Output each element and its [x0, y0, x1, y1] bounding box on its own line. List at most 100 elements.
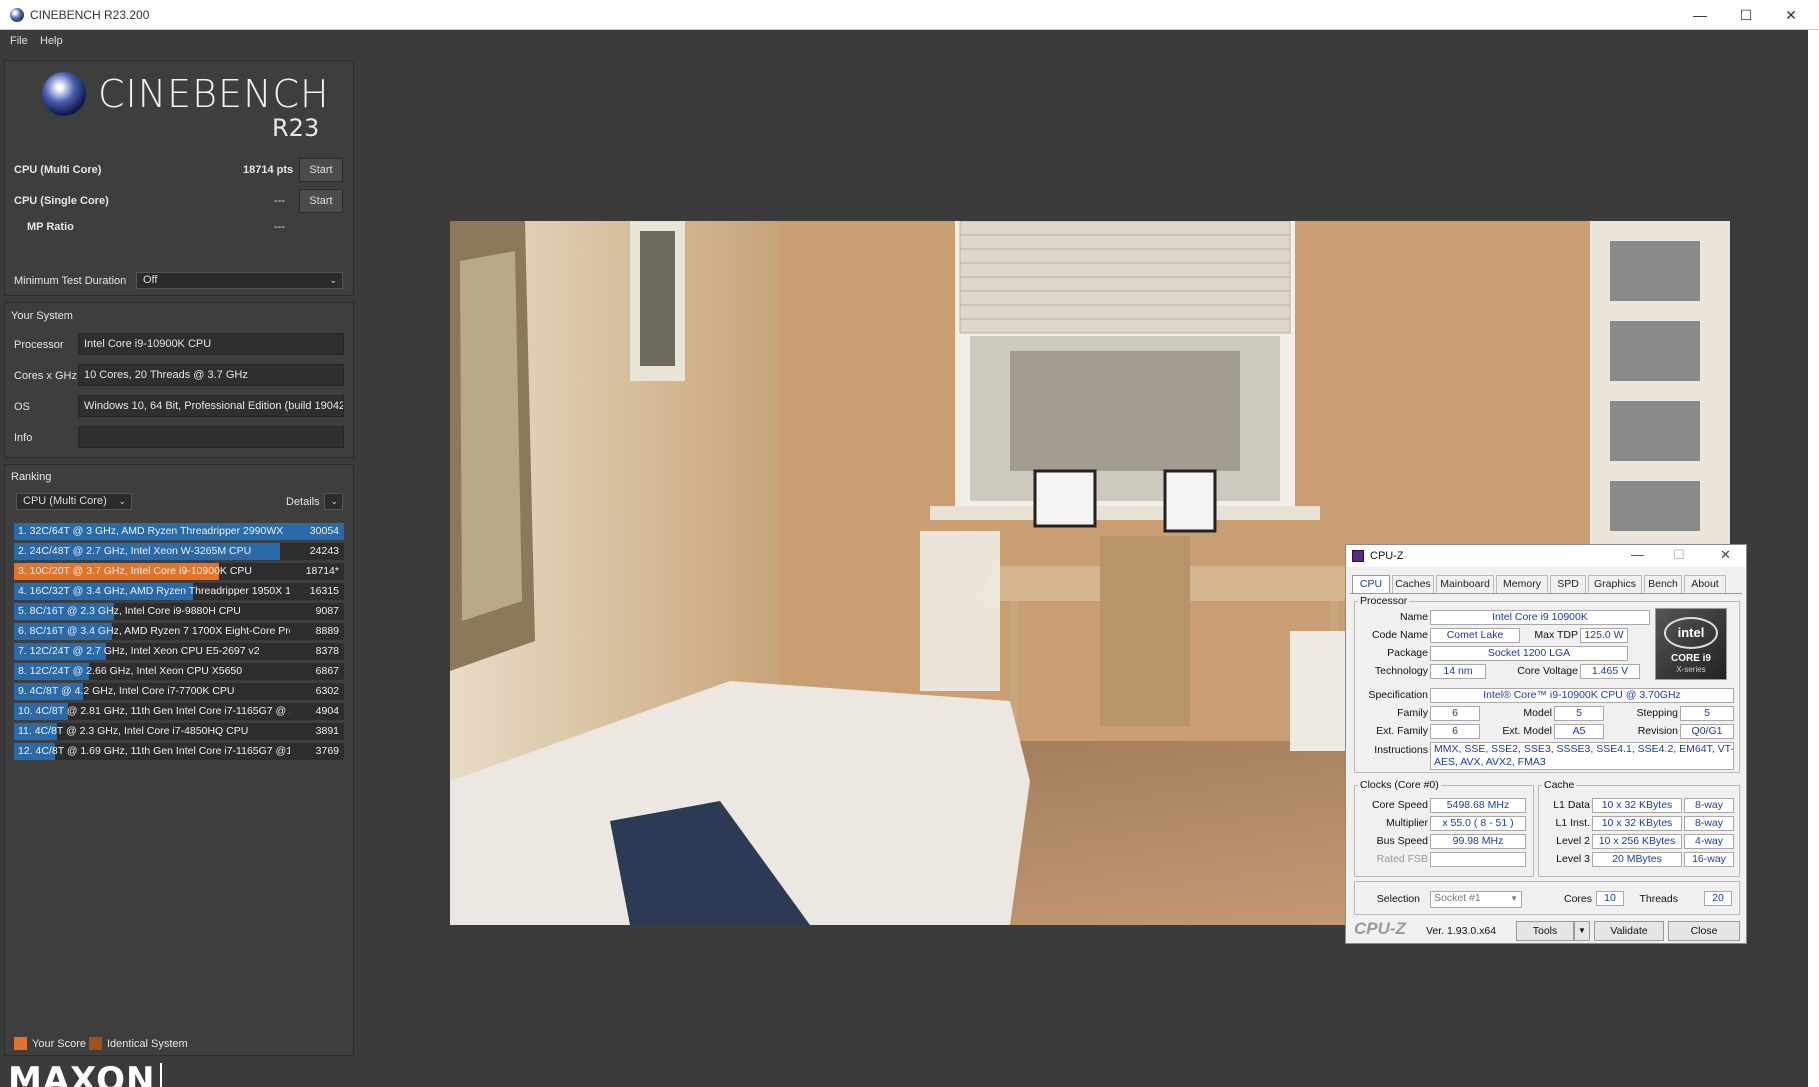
cpuz-technology-value: 14 nm — [1430, 664, 1486, 679]
cpuz-codename-value: Comet Lake — [1430, 628, 1520, 643]
cpuz-extfamily-value: 6 — [1430, 724, 1480, 739]
ranking-row[interactable]: 11. 4C/8T @ 2.3 GHz, Intel Core i7-4850H… — [14, 723, 344, 740]
menu-file[interactable]: File — [10, 35, 28, 47]
ranking-type-dropdown[interactable]: CPU (Multi Core) ⌄ — [16, 493, 132, 510]
close-button[interactable]: ✕ — [1768, 0, 1814, 30]
cpuz-l1d-value: 10 x 32 KBytes — [1592, 798, 1682, 813]
cpuz-family-label: Family — [1397, 707, 1428, 719]
cpuz-ratedfsb-value — [1430, 852, 1526, 867]
ranking-row[interactable]: 8. 12C/24T @ 2.66 GHz, Intel Xeon CPU X5… — [14, 663, 344, 680]
ranking-row-score: 9087 — [315, 605, 339, 617]
cpuz-stepping-value: 5 — [1680, 706, 1734, 721]
minimize-button[interactable]: — — [1677, 0, 1723, 30]
cpuz-instructions-label: Instructions — [1374, 744, 1428, 756]
cpuz-title-bar: CPU-Z — ☐ ✕ — [1346, 545, 1746, 567]
cpuz-tools-dropdown-icon[interactable]: ▼ — [1574, 921, 1590, 941]
info-field[interactable] — [78, 426, 344, 448]
maxon-divider — [160, 1063, 162, 1087]
os-field: Windows 10, 64 Bit, Professional Edition… — [78, 395, 344, 417]
ranking-row-score: 3891 — [315, 725, 339, 737]
single-core-start-button[interactable]: Start — [299, 189, 343, 213]
ranking-row-label: 6. 8C/16T @ 3.4 GHz, AMD Ryzen 7 1700X E… — [18, 625, 290, 637]
cpuz-instructions-value: MMX, SSE, SSE2, SSE3, SSSE3, SSE4.1, SSE… — [1430, 742, 1734, 770]
cpuz-tab-memory[interactable]: Memory — [1496, 575, 1548, 593]
cpuz-tab-spd[interactable]: SPD — [1550, 575, 1586, 593]
details-dropdown[interactable]: ⌄ — [324, 493, 343, 510]
ranking-row[interactable]: 12. 4C/8T @ 1.69 GHz, 11th Gen Intel Cor… — [14, 743, 344, 760]
maximize-button[interactable]: ☐ — [1723, 0, 1769, 30]
ranking-row[interactable]: 9. 4C/8T @ 4.2 GHz, Intel Core i7-7700K … — [14, 683, 344, 700]
cpuz-l1d-way: 8-way — [1684, 798, 1734, 813]
cpuz-model-value: 5 — [1554, 706, 1604, 721]
cpuz-l1i-way: 8-way — [1684, 816, 1734, 831]
cpuz-tab-cpu[interactable]: CPU — [1352, 575, 1390, 593]
cpuz-l1i-value: 10 x 32 KBytes — [1592, 816, 1682, 831]
cpuz-voltage-value: 1.465 V — [1580, 664, 1640, 679]
cpuz-socket-select[interactable]: Socket #1 ▼ — [1430, 891, 1522, 908]
cpuz-validate-button[interactable]: Validate — [1594, 921, 1664, 941]
cpuz-tab-caches[interactable]: Caches — [1392, 575, 1434, 593]
single-core-score: --- — [274, 195, 285, 207]
ranking-row-label: 1. 32C/64T @ 3 GHz, AMD Ryzen Threadripp… — [18, 525, 284, 537]
ranking-row[interactable]: 2. 24C/48T @ 2.7 GHz, Intel Xeon W-3265M… — [14, 543, 344, 560]
cpuz-tab-mainboard[interactable]: Mainboard — [1436, 575, 1494, 593]
ranking-row[interactable]: 1. 32C/64T @ 3 GHz, AMD Ryzen Threadripp… — [14, 523, 344, 540]
ranking-row[interactable]: 5. 8C/16T @ 2.3 GHz, Intel Core i9-9880H… — [14, 603, 344, 620]
cpuz-technology-label: Technology — [1374, 665, 1428, 677]
intel-badge-line2: X-series — [1676, 665, 1706, 674]
cpuz-corespeed-label: Core Speed — [1371, 799, 1428, 811]
ranking-row[interactable]: 6. 8C/16T @ 3.4 GHz, AMD Ryzen 7 1700X E… — [14, 623, 344, 640]
cpuz-tab-graphics[interactable]: Graphics — [1588, 575, 1642, 593]
cpuz-close-window-button[interactable]: Close — [1668, 921, 1740, 941]
cpuz-spec-value: Intel® Core™ i9-10900K CPU @ 3.70GHz — [1430, 688, 1734, 703]
cpuz-socket-value: Socket #1 — [1434, 892, 1481, 904]
ranking-row[interactable]: 7. 12C/24T @ 2.7 GHz, Intel Xeon CPU E5-… — [14, 643, 344, 660]
your-score-swatch — [14, 1037, 27, 1050]
logo-version: R23 — [272, 114, 320, 142]
ranking-row-label: 7. 12C/24T @ 2.7 GHz, Intel Xeon CPU E5-… — [18, 645, 260, 657]
cpuz-multiplier-label: Multiplier — [1385, 817, 1428, 829]
cpuz-instructions-line1: MMX, SSE, SSE2, SSE3, SSSE3, SSE4.1, SSE… — [1434, 743, 1734, 755]
cpuz-l2-value: 10 x 256 KBytes — [1592, 834, 1682, 849]
ranking-row[interactable]: 10. 4C/8T @ 2.81 GHz, 11th Gen Intel Cor… — [14, 703, 344, 720]
cpuz-brand: CPU-Z — [1354, 919, 1406, 938]
cpuz-tab-about[interactable]: About — [1684, 575, 1726, 593]
cpuz-threads-value: 20 — [1704, 891, 1732, 906]
ranking-row-label: 8. 12C/24T @ 2.66 GHz, Intel Xeon CPU X5… — [18, 665, 243, 677]
cpuz-maxtdp-label: Max TDP — [1534, 629, 1578, 641]
menu-help[interactable]: Help — [40, 35, 63, 47]
duration-dropdown[interactable]: Off ⌄ — [136, 272, 343, 289]
cpuz-cores-label: Cores — [1563, 893, 1592, 905]
ranking-row-label: 2. 24C/48T @ 2.7 GHz, Intel Xeon W-3265M… — [18, 545, 252, 557]
cpuz-busspeed-value: 99.98 MHz — [1430, 834, 1526, 849]
cpuz-clocks-group-label: Clocks (Core #0) — [1358, 779, 1441, 791]
ranking-row-score: 3769 — [315, 745, 339, 757]
cpuz-extfamily-label: Ext. Family — [1376, 725, 1428, 737]
ranking-row-label: 5. 8C/16T @ 2.3 GHz, Intel Core i9-9880H… — [18, 605, 241, 617]
cpuz-tools-button[interactable]: Tools — [1516, 921, 1574, 941]
cpuz-tab-bench[interactable]: Bench — [1644, 575, 1682, 593]
cpuz-cache-group-label: Cache — [1542, 779, 1577, 791]
your-score-legend: Your Score — [32, 1038, 87, 1050]
cpuz-l3-label: Level 3 — [1556, 853, 1590, 865]
ranking-row[interactable]: 4. 16C/32T @ 3.4 GHz, AMD Ryzen Threadri… — [14, 583, 344, 600]
ranking-row-score: 8378 — [315, 645, 339, 657]
cpuz-l3-value: 20 MBytes — [1592, 852, 1682, 867]
multi-core-score: 18714 pts — [243, 164, 294, 176]
cpuz-busspeed-label: Bus Speed — [1376, 835, 1428, 847]
logo-name: CINEBENCH — [98, 72, 330, 116]
system-section-title: Your System — [11, 310, 73, 322]
multi-core-start-button[interactable]: Start — [299, 158, 343, 182]
cpuz-maximize-button[interactable]: ☐ — [1673, 547, 1685, 563]
cpuz-maxtdp-value: 125.0 W — [1580, 628, 1628, 643]
cpuz-app-icon — [1352, 550, 1364, 562]
cpuz-extmodel-label: Ext. Model — [1502, 725, 1552, 737]
cpuz-minimize-button[interactable]: — — [1631, 547, 1644, 562]
ranking-row-score: 6302 — [315, 685, 339, 697]
maxon-logo: MAXON — [8, 1060, 156, 1087]
ranking-row[interactable]: 3. 10C/20T @ 3.7 GHz, Intel Core i9-1090… — [14, 563, 344, 580]
cpuz-revision-value: Q0/G1 — [1680, 724, 1734, 739]
cpuz-close-button[interactable]: ✕ — [1720, 547, 1731, 563]
cpuz-window: CPU-Z — ☐ ✕ CPU Caches Mainboard Memory … — [1345, 544, 1747, 944]
info-label: Info — [14, 432, 33, 444]
